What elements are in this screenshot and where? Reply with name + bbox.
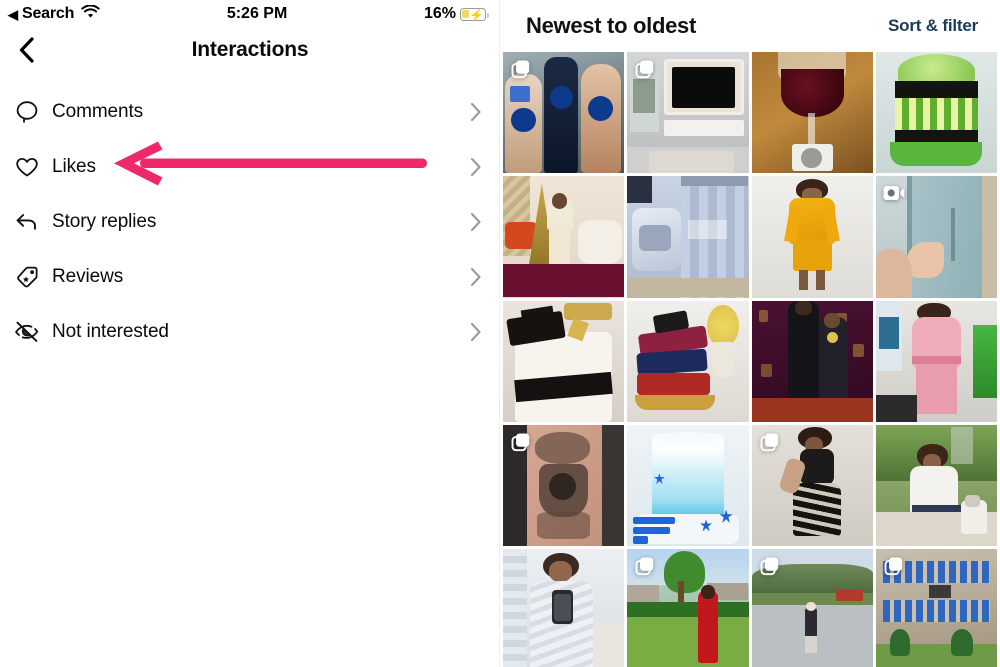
eye-slash-icon — [14, 319, 52, 345]
menu-item-label: Story replies — [52, 210, 157, 232]
chevron-right-icon[interactable] — [470, 212, 482, 232]
chevron-right-icon[interactable] — [470, 267, 482, 287]
right-panel: Newest to oldest Sort & filter — [500, 0, 1000, 667]
tile-artwork — [751, 300, 873, 422]
tile-artwork — [627, 424, 749, 546]
grid-tile[interactable] — [627, 52, 749, 174]
grid-tile[interactable] — [627, 300, 749, 422]
tile-artwork — [751, 52, 873, 174]
grid-tile[interactable] — [751, 549, 873, 667]
chevron-right-icon[interactable] — [470, 322, 482, 342]
sort-order-label: Newest to oldest — [526, 13, 697, 38]
menu-item-likes[interactable]: Likes — [0, 139, 500, 194]
grid-header: Newest to oldest Sort & filter — [500, 0, 1000, 52]
menu-item-comments[interactable]: Comments — [0, 84, 500, 139]
page-title: Interactions — [191, 38, 309, 61]
carousel-icon — [510, 431, 532, 453]
grid-tile[interactable] — [875, 424, 997, 546]
grid-tile[interactable] — [627, 424, 749, 546]
status-battery-group: 16% ⚡ — [423, 5, 489, 23]
tile-artwork — [875, 52, 997, 174]
grid-tile[interactable] — [503, 549, 625, 667]
carousel-icon — [634, 555, 656, 577]
tile-artwork — [503, 300, 625, 422]
status-back-to-search[interactable]: ◀ Search — [8, 4, 100, 24]
battery-charging-icon: ⚡ — [460, 7, 489, 22]
menu-item-label: Reviews — [52, 265, 124, 287]
left-triangle-icon: ◀ — [8, 6, 18, 22]
tile-artwork — [875, 300, 997, 422]
status-clock: 5:26 PM — [226, 5, 288, 22]
carousel-icon — [510, 58, 532, 80]
photo-grid — [500, 52, 1000, 667]
video-icon — [883, 182, 905, 204]
grid-tile[interactable] — [751, 176, 873, 298]
tile-artwork — [503, 176, 625, 298]
tile-artwork — [751, 176, 873, 298]
menu-item-not-interested[interactable]: Not interested — [0, 304, 500, 359]
carousel-icon — [634, 58, 656, 80]
reply-arrow-icon — [14, 209, 52, 235]
nav-bar: Interactions — [0, 28, 500, 72]
grid-tile[interactable] — [751, 424, 873, 546]
sort-and-filter-button[interactable]: Sort & filter — [888, 16, 978, 36]
interactions-menu: Comments Likes Story replies Reviews Not… — [0, 84, 500, 359]
menu-item-reviews[interactable]: Reviews — [0, 249, 500, 304]
menu-item-story-replies[interactable]: Story replies — [0, 194, 500, 249]
carousel-icon — [759, 555, 781, 577]
menu-item-label: Likes — [52, 155, 96, 177]
grid-tile[interactable] — [503, 300, 625, 422]
grid-tile[interactable] — [875, 549, 997, 667]
tile-artwork — [627, 300, 749, 422]
grid-tile[interactable] — [627, 176, 749, 298]
grid-tile[interactable] — [875, 300, 997, 422]
tile-artwork — [627, 176, 749, 298]
grid-tile[interactable] — [503, 52, 625, 174]
grid-tile[interactable] — [751, 52, 873, 174]
carousel-icon — [883, 555, 905, 577]
grid-tile[interactable] — [503, 424, 625, 546]
app-root: ◀ Search 5:26 PM 16% ⚡ Interactions Comm… — [0, 0, 1000, 667]
menu-item-label: Comments — [52, 100, 144, 122]
chevron-right-icon[interactable] — [470, 157, 482, 177]
menu-item-label: Not interested — [52, 320, 169, 342]
heart-icon — [14, 154, 52, 180]
tile-artwork — [875, 424, 997, 546]
status-search-label: Search — [22, 5, 75, 22]
chevron-right-icon[interactable] — [470, 102, 482, 122]
carousel-icon — [759, 431, 781, 453]
battery-percent-label: 16% — [423, 5, 456, 22]
grid-tile[interactable] — [875, 176, 997, 298]
grid-tile[interactable] — [751, 300, 873, 422]
tile-artwork — [503, 549, 625, 667]
grid-tile[interactable] — [503, 176, 625, 298]
grid-tile[interactable] — [627, 549, 749, 667]
comment-bubble-icon — [14, 99, 52, 125]
left-panel: ◀ Search 5:26 PM 16% ⚡ Interactions Comm… — [0, 0, 500, 667]
grid-tile[interactable] — [875, 52, 997, 174]
status-bar: ◀ Search 5:26 PM 16% ⚡ — [0, 0, 500, 28]
tag-icon — [14, 264, 52, 290]
